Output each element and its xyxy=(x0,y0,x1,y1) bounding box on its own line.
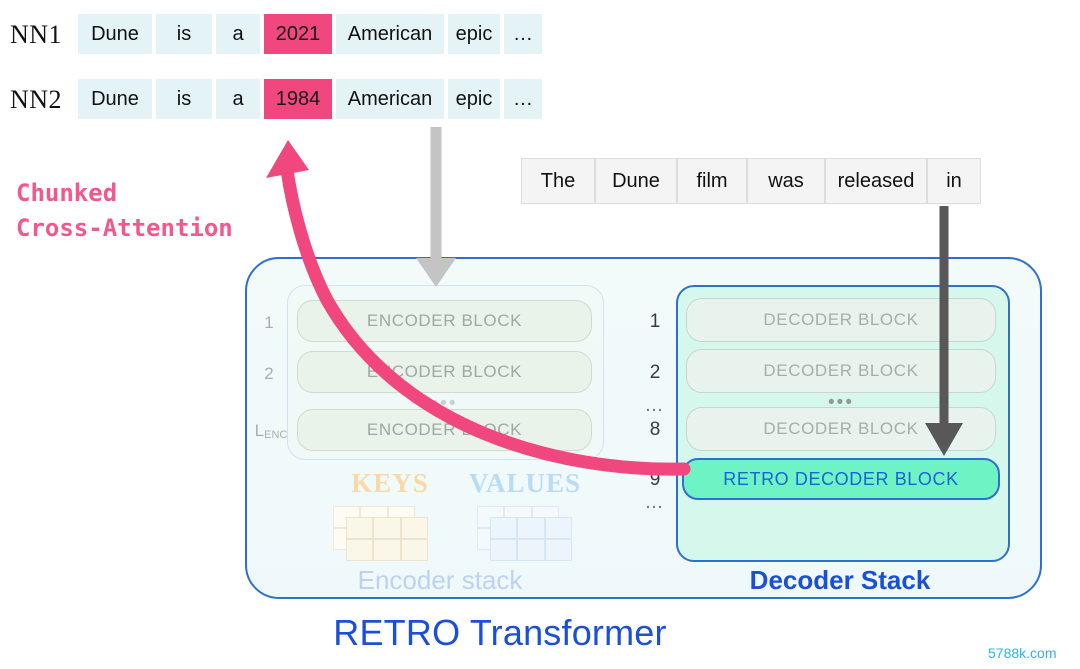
prompt-to-decoder-arrow xyxy=(925,206,963,456)
diagram-title: RETRO Transformer xyxy=(333,612,667,653)
chunked-cross-attention-arrow xyxy=(266,140,691,476)
watermark: 5788k.com xyxy=(988,645,1057,661)
arrow-layer xyxy=(266,127,963,476)
neighbour-to-encoder-arrow xyxy=(416,127,456,287)
